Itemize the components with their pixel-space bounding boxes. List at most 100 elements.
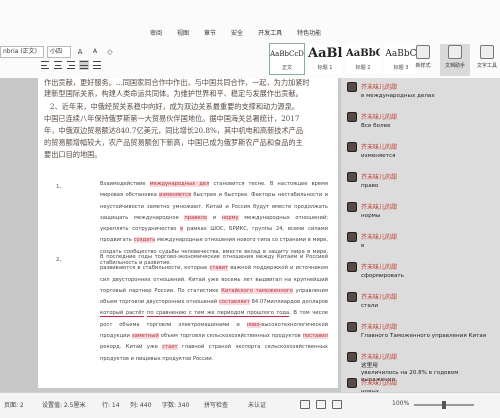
comment-card[interactable]: 芥末味儿的甜 Все более <box>347 112 487 142</box>
comment-line: изменяется <box>361 153 396 159</box>
comment-card[interactable]: 芥末味儿的甜 нормы <box>347 202 487 232</box>
spell-check[interactable]: 拼写检查 <box>204 400 228 409</box>
avatar <box>347 262 357 272</box>
paragraph-segment: и <box>207 214 222 221</box>
distribute-button[interactable] <box>92 60 102 70</box>
comment-author: 芥末味儿的甜 <box>361 294 398 301</box>
avatar <box>347 232 357 242</box>
paragraph-segment: 84.07миллиардов долларов <box>249 299 328 306</box>
commented-text[interactable]: заметный <box>131 333 159 340</box>
comment-author: 芥末味儿的甜 <box>361 204 398 211</box>
comment-card[interactable]: 芥末味儿的甜 в <box>347 232 487 262</box>
tab-security[interactable]: 安全 <box>231 28 243 42</box>
commented-text[interactable]: составляет <box>218 299 250 306</box>
font-toolbar: nbria (正文) 小四 A A ◇ <box>0 44 150 60</box>
commented-text[interactable]: поставил <box>302 333 328 340</box>
comment-card[interactable]: 芥末味儿的甜 стали <box>347 292 487 322</box>
style-heading-1[interactable]: AaBl 标题 1 <box>308 44 342 74</box>
tab-developer[interactable]: 开发工具 <box>258 28 282 42</box>
comment-author: 芥末味儿的甜 <box>361 234 398 241</box>
comment-author: 芥末味儿的甜 <box>361 380 398 387</box>
web-layout-icon[interactable] <box>316 400 326 409</box>
comment-line: Главного Таможенного управления Китая <box>361 333 487 339</box>
clear-format-button[interactable]: ◇ <box>104 46 116 58</box>
handwritten-line: 年，中俄双边贸易额达840.7亿美元，同比增长20.8%，其中机电和高新技术产品 <box>44 126 304 135</box>
avatar <box>347 202 357 212</box>
comment-body: Главного Таможенного управления Китая <box>361 333 486 340</box>
comment-card[interactable]: 芥末味儿的甜 Главного Таможенного управления Ки… <box>347 322 487 352</box>
zoom-level[interactable]: 100% <box>392 400 409 407</box>
comment-author: 芥末味儿的甜 <box>361 114 398 121</box>
text-tools-icon <box>480 45 494 59</box>
justify-button[interactable] <box>79 60 89 70</box>
style-gallery: AaBbCcD 正文 AaBl 标题 1 AaBbC 标题 2 AaBbC 标题… <box>269 43 418 75</box>
new-style-icon <box>416 45 430 59</box>
ribbon: 审阅 视图 章节 安全 开发工具 特色功能 nbria (正文) 小四 A A … <box>0 0 500 78</box>
avatar <box>347 82 357 92</box>
commented-text[interactable]: норму <box>221 214 239 221</box>
comment-line: в <box>361 243 365 249</box>
zoom-slider[interactable] <box>414 401 474 409</box>
commented-text[interactable]: правило <box>184 214 208 221</box>
comment-author: 芥末味儿的甜 <box>361 324 398 331</box>
zoom-slider-knob[interactable] <box>442 401 446 409</box>
comment-body: в международных делах <box>361 93 435 100</box>
comment-author: 芥末味儿的甜 <box>361 144 398 151</box>
row-indicator: 行: 14 <box>102 402 120 409</box>
style-heading-2[interactable]: AaBbC 标题 2 <box>346 44 380 74</box>
comment-line: нормы <box>361 213 381 219</box>
comment-card[interactable]: 芥末味儿的甜 изменяется <box>347 142 487 172</box>
document-page[interactable]: 作出贡献，更好服务。...同国家同合作中作出，与中国共同合作，一起，为力加紧时 … <box>38 78 338 388</box>
reading-mode-icon[interactable] <box>332 400 342 409</box>
commented-text[interactable]: международных дел <box>149 181 210 187</box>
avatar <box>347 142 357 152</box>
grow-font-button[interactable]: A <box>74 46 86 58</box>
item-number: 1、 <box>56 184 65 190</box>
comment-card[interactable]: 芥末味儿的甜 сформировать <box>347 262 487 292</box>
comment-card[interactable]: 芥末味儿的甜 в международных делах <box>347 82 487 112</box>
tab-view[interactable]: 视图 <box>177 28 189 42</box>
commented-text[interactable]: ново- <box>246 321 262 328</box>
comment-card[interactable]: 芥末味儿的甜 право <box>347 172 487 202</box>
comment-line: Все более <box>361 123 391 129</box>
commented-text[interactable]: стает <box>162 344 178 351</box>
paragraph-text: В последние годы торгово-экономические о… <box>100 252 328 365</box>
comments-pane[interactable]: 芥末味儿的甜 в международных делах 芥末味儿的甜 Все бол… <box>341 78 500 395</box>
paragraph-2[interactable]: В последние годы торгово-экономические о… <box>100 252 328 365</box>
paragraph-segment: становится <box>209 181 249 187</box>
word-count[interactable]: 字数: 340 <box>162 400 189 409</box>
tab-features[interactable]: 特色功能 <box>297 28 321 42</box>
font-size-select[interactable]: 小四 <box>47 46 71 58</box>
paragraph-segment: Взаимодействие <box>100 181 150 187</box>
commented-text[interactable]: по сравнению с тем же периодом прошлого … <box>146 310 290 318</box>
tab-review[interactable]: 审阅 <box>150 28 162 42</box>
handwritten-line: 中国已连续八年保持俄罗斯第一大贸易伙伴国地位。据中国海关总署统计，2017 <box>44 114 300 123</box>
commented-text[interactable]: Китайского таможенного <box>221 287 293 294</box>
view-mode-icon[interactable] <box>300 400 310 409</box>
avatar <box>347 292 357 302</box>
align-left-button[interactable] <box>40 60 50 70</box>
commented-text[interactable]: изменяется <box>159 192 192 199</box>
shrink-font-button[interactable]: A <box>89 46 101 58</box>
item-number: 2、 <box>56 257 65 263</box>
avatar <box>347 378 357 388</box>
doc-assistant-button[interactable]: 文档助手 <box>440 44 470 76</box>
comment-line: в международных делах <box>361 93 435 99</box>
page-indicator[interactable]: 页面: 2 <box>4 400 24 409</box>
tab-chapter[interactable]: 章节 <box>204 28 216 42</box>
comment-body: сформировать <box>361 273 404 280</box>
comment-body: стали <box>361 303 378 310</box>
align-right-button[interactable] <box>66 60 76 70</box>
ribbon-tabs: 审阅 视图 章节 安全 开发工具 特色功能 <box>150 28 321 42</box>
commented-text[interactable]: создать <box>133 237 156 244</box>
text-tools-button[interactable]: 文字工具 <box>472 44 500 76</box>
align-center-button[interactable] <box>53 60 63 70</box>
unauthenticated-status: 未认证 <box>248 402 267 409</box>
new-style-button[interactable]: 新样式 <box>408 44 438 76</box>
handwritten-line: 的贸易额增幅较大，农产品贸易额创下新高，中国已成为俄罗斯农产品和食品的主 <box>44 138 303 147</box>
commented-text[interactable]: который растёт <box>100 310 145 318</box>
style-normal[interactable]: AaBbCcD 正文 <box>269 43 305 75</box>
font-name-select[interactable]: nbria (正文) <box>0 46 44 58</box>
comment-author: 芥末味儿的甜 <box>361 174 398 181</box>
commented-text[interactable]: ставит <box>209 265 229 272</box>
